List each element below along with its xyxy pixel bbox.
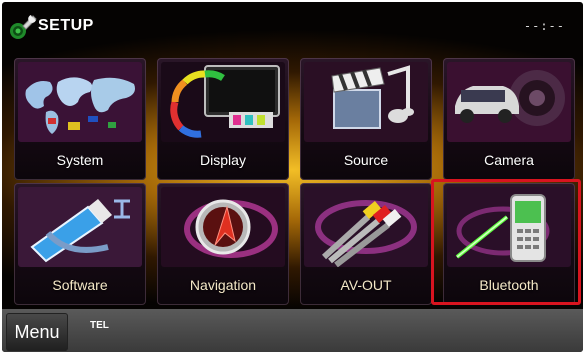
bluetooth-highlight-box [431,179,581,305]
tile-label: Navigation [189,277,257,293]
tile-label: AV-OUT [340,277,392,293]
tile-label: Display [200,152,246,168]
bottom-bar: Menu TEL [2,309,583,352]
setup-screen: SETUP --:-- System Display Source Camera… [2,2,583,352]
page-title: SETUP [38,17,94,34]
clock: --:-- [523,19,565,33]
usb-stick-icon [18,187,142,267]
tile-label: Source [343,152,389,168]
tel-label: TEL [90,320,109,331]
navigation-arrow-icon [161,187,285,267]
navigation-tile[interactable]: Navigation [157,183,289,305]
tile-label: Software [52,277,108,293]
menu-button[interactable]: Menu [6,313,68,351]
software-tile[interactable]: Software [14,183,146,305]
rear-camera-car-icon [447,62,571,142]
av-cables-icon [304,187,428,267]
tile-label: System [56,152,104,168]
header: SETUP --:-- [2,2,583,50]
tile-label: Camera [484,152,534,168]
display-tile[interactable]: Display [157,58,289,180]
source-clapper-music-icon [304,62,428,142]
system-tile[interactable]: System [14,58,146,180]
world-map-icon [18,62,142,142]
av-out-tile[interactable]: AV-OUT [300,183,432,305]
camera-tile[interactable]: Camera [443,58,575,180]
display-icon [161,62,285,142]
source-tile[interactable]: Source [300,58,432,180]
wrench-icon [10,15,37,39]
